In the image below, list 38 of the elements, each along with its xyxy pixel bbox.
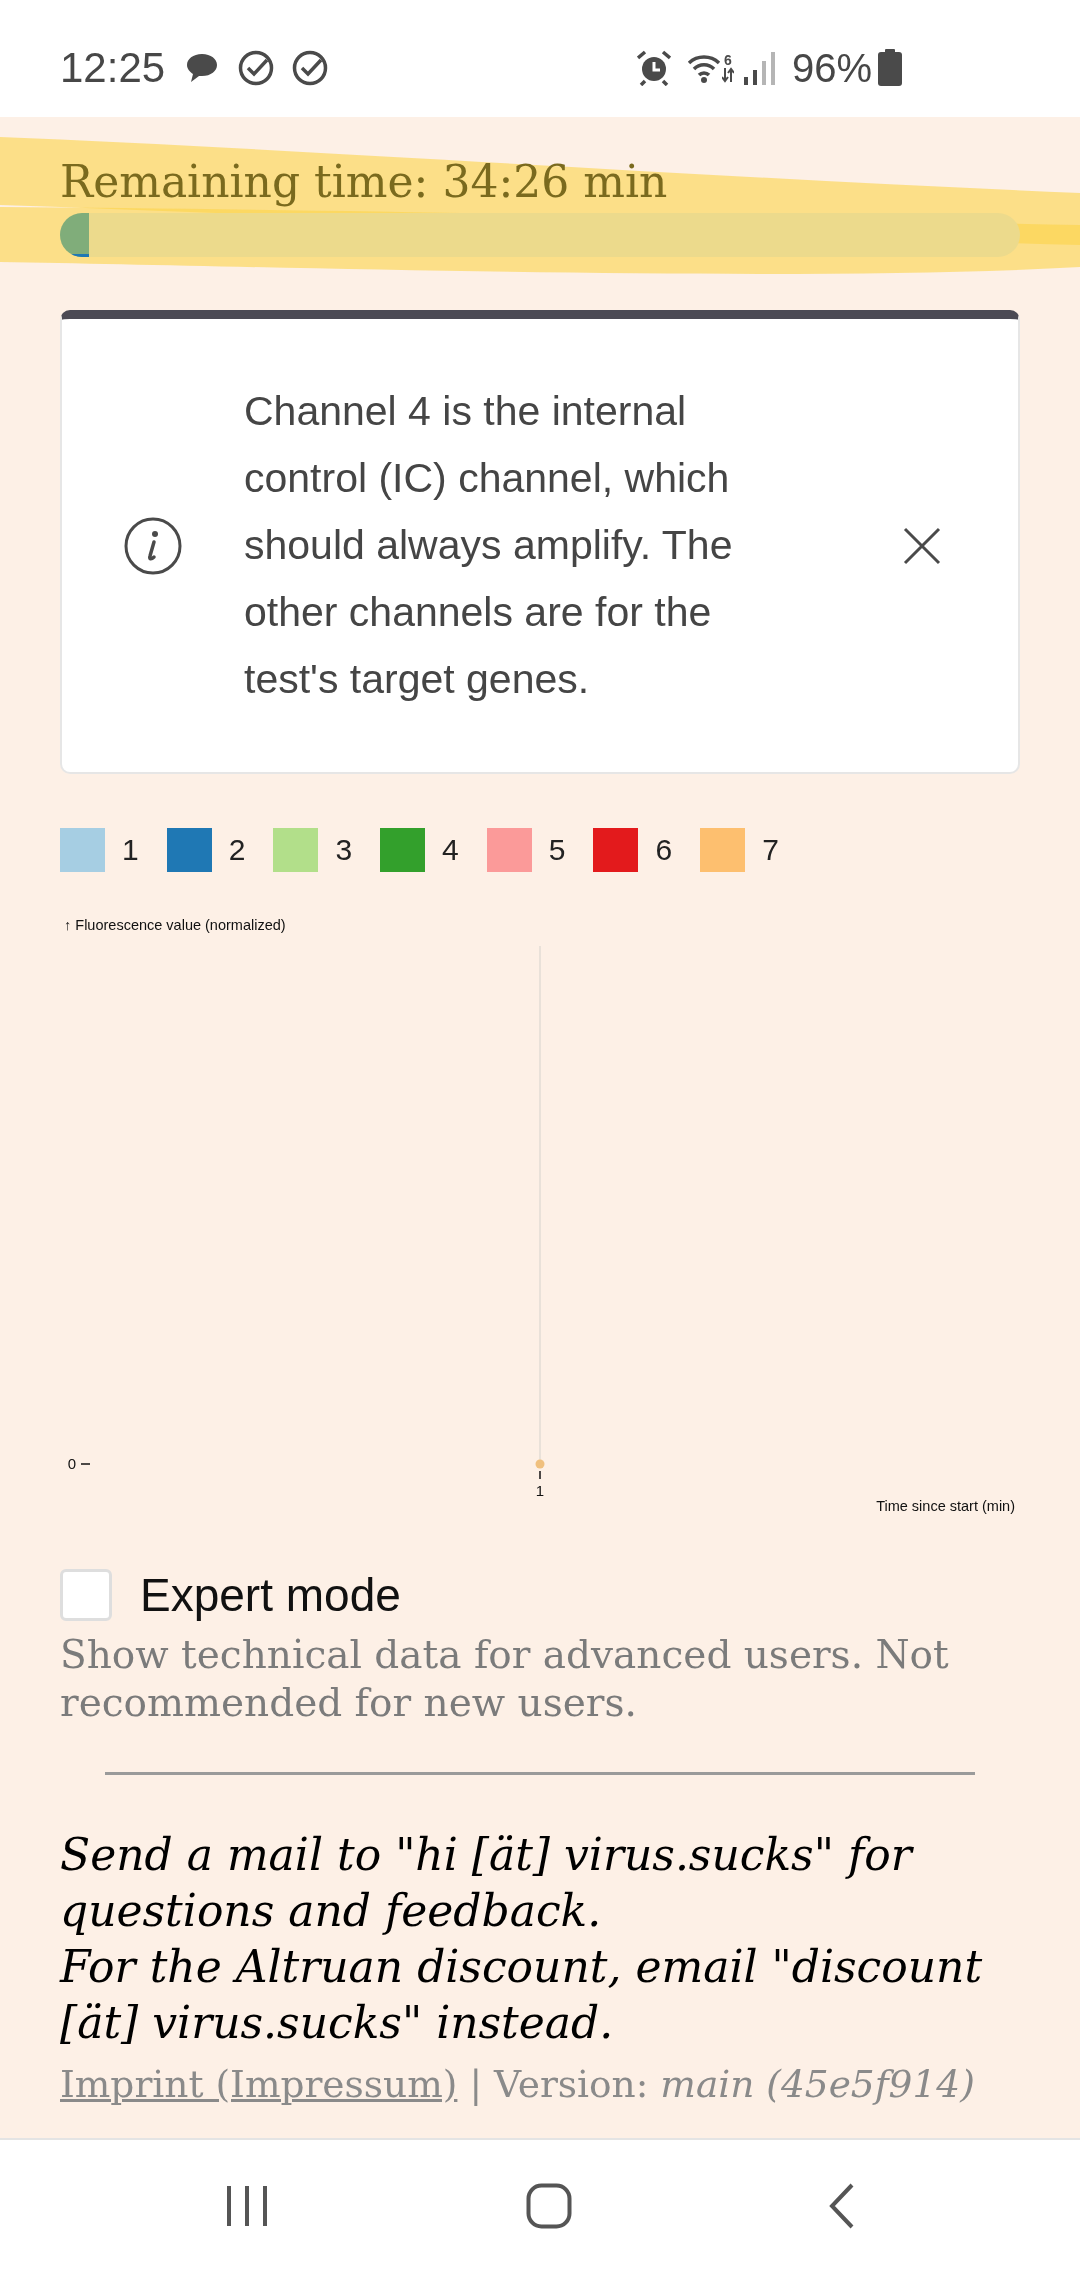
expert-mode-checkbox[interactable] xyxy=(60,1569,112,1621)
x-tick-label: 1 xyxy=(535,1482,545,1499)
close-icon xyxy=(903,526,941,565)
expert-mode-description: Show technical data for advanced users. Not recommended for new users. xyxy=(60,1631,950,1727)
imprint-link[interactable]: Imprint (Impressum) xyxy=(60,2057,458,2111)
check-circle-icon xyxy=(292,49,329,86)
x-tick-mark xyxy=(539,1470,541,1480)
y-tick-label: 0 xyxy=(67,1455,76,1472)
battery-percentage: 96% xyxy=(791,47,872,88)
check-circle-icon xyxy=(238,49,275,86)
x-axis-title: Time since start (min) xyxy=(876,1498,1015,1514)
separator: | xyxy=(469,2061,483,2108)
y-tick-mark xyxy=(80,1463,91,1465)
signal-bars-icon xyxy=(743,50,776,85)
wifi-icon xyxy=(686,52,721,83)
contact-text: For the Altruan discount, email "discount [ät] virus.sucks" instead. xyxy=(60,1940,984,2050)
info-icon xyxy=(124,516,182,575)
remaining-time-label: Remaining time: 34:26 min xyxy=(60,155,669,209)
data-arrows-icon xyxy=(721,66,734,83)
battery-icon xyxy=(878,49,902,86)
clock-time: 12:25 xyxy=(60,46,166,89)
version-text: Version: main (45e5f914) xyxy=(494,2061,975,2108)
recent-apps-icon[interactable] xyxy=(225,2184,269,2228)
wifi-standard-label: 6 xyxy=(724,52,732,67)
home-icon[interactable] xyxy=(526,2183,572,2229)
legend-label: 7 xyxy=(762,835,779,865)
contact-text: Send a mail to "hi [ät] virus.sucks" for questions and feedback. xyxy=(60,1828,915,1938)
alarm-clock-icon xyxy=(636,49,671,86)
back-icon[interactable] xyxy=(829,2183,855,2229)
legend-label: 6 xyxy=(655,835,673,865)
legend-label: 2 xyxy=(228,835,246,865)
legend-label: 5 xyxy=(548,835,566,865)
notice-text: Channel 4 is the internal control (IC) channel, which should always amplify. The other channels are for the test's target genes. xyxy=(244,387,734,704)
legend-label: 3 xyxy=(335,835,353,865)
data-point xyxy=(535,1459,545,1469)
y-axis-title: ↑ Fluorescence value (normalized) xyxy=(64,917,286,933)
legend-label: 1 xyxy=(122,835,139,865)
legend-label: 4 xyxy=(442,835,459,865)
